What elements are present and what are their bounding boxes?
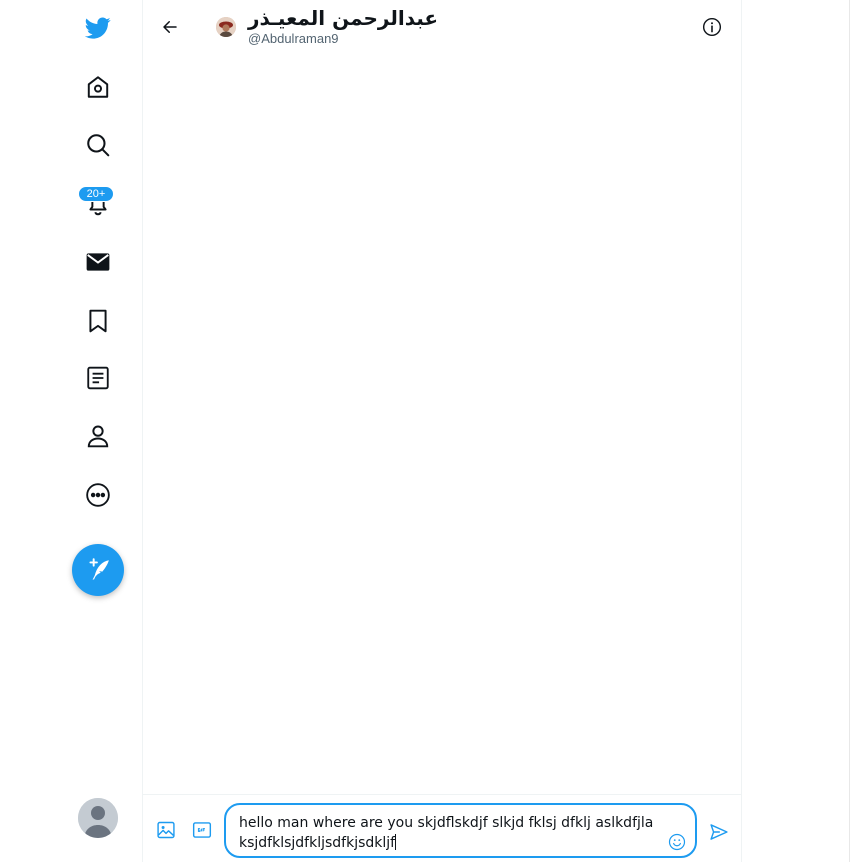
messages-icon[interactable] xyxy=(72,236,124,288)
default-avatar-icon xyxy=(78,798,118,838)
back-button[interactable] xyxy=(155,12,185,42)
bookmark-icon[interactable] xyxy=(72,295,124,347)
add-media-button[interactable] xyxy=(155,819,177,841)
conversation-handle: @Abdulraman9 xyxy=(248,31,339,46)
conversation-info-button[interactable] xyxy=(699,14,725,40)
message-input-text: hello man where are you skjdflskdjf slkj… xyxy=(239,815,654,851)
more-icon[interactable] xyxy=(72,469,124,521)
notifications-badge: 20+ xyxy=(78,186,114,202)
page-scrollbar[interactable] xyxy=(848,0,865,862)
explore-icon[interactable] xyxy=(72,119,124,171)
message-composer: hello man where are you skjdflskdjf slkj… xyxy=(143,794,741,862)
send-icon xyxy=(710,824,728,840)
gif-icon xyxy=(192,822,212,838)
add-gif-button[interactable] xyxy=(191,819,213,841)
user-photo-icon xyxy=(216,17,236,37)
image-icon xyxy=(157,821,175,839)
emoji-button[interactable] xyxy=(667,832,687,852)
send-button[interactable] xyxy=(708,821,730,843)
app-page: 20+ عبدالرحمن المعيـذر @Abdulraman9 hell… xyxy=(0,0,865,862)
conversation-header: عبدالرحمن المعيـذر @Abdulraman9 xyxy=(143,0,741,54)
emoji-icon xyxy=(668,833,686,851)
text-caret xyxy=(395,834,397,850)
message-input[interactable]: hello man where are you skjdflskdjf slkj… xyxy=(224,803,697,858)
notifications-icon[interactable] xyxy=(72,177,124,229)
conversation-name: عبدالرحمن المعيـذر xyxy=(248,6,439,30)
lists-icon[interactable] xyxy=(72,352,124,404)
compose-tweet-button[interactable] xyxy=(72,544,124,596)
conversation-panel: عبدالرحمن المعيـذر @Abdulraman9 hello ma… xyxy=(142,0,742,862)
home-icon[interactable] xyxy=(72,61,124,113)
account-avatar[interactable] xyxy=(78,798,118,838)
message-list xyxy=(143,54,741,794)
profile-icon[interactable] xyxy=(72,410,124,462)
scrollbar-divider xyxy=(849,0,850,862)
arrow-left-icon xyxy=(163,21,177,33)
twitter-logo-icon[interactable] xyxy=(72,2,124,54)
primary-nav: 20+ xyxy=(0,0,142,862)
info-icon xyxy=(702,17,722,37)
conversation-avatar[interactable] xyxy=(216,17,236,37)
compose-tweet-icon xyxy=(89,558,109,580)
